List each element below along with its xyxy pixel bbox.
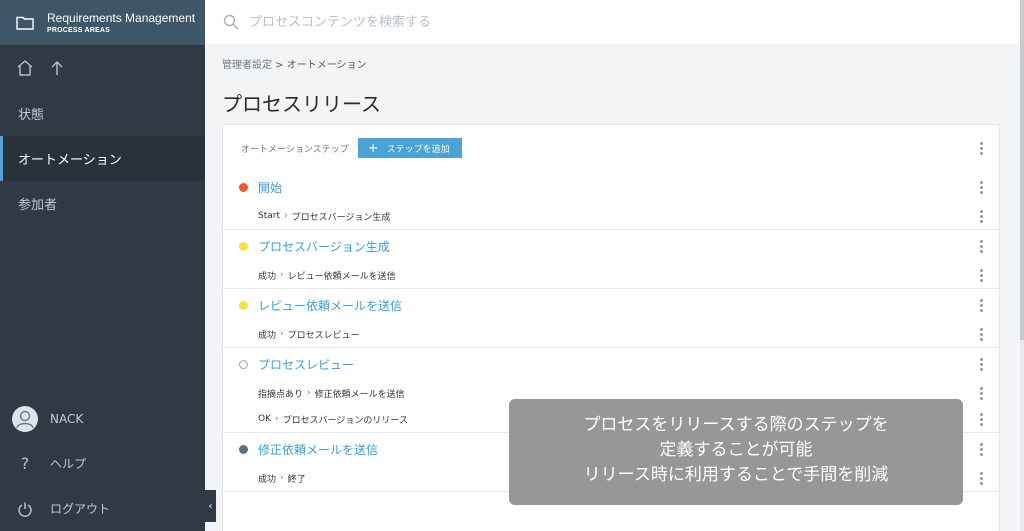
step-more-options-icon[interactable]	[979, 180, 983, 194]
caption-line-2: 定義することが可能	[659, 440, 813, 460]
chevron-right-icon: ›	[280, 329, 284, 339]
breadcrumb-separator: >	[272, 60, 287, 71]
chevron-right-icon: ›	[280, 270, 284, 280]
status-dot-icon	[239, 444, 248, 454]
transition-more-options-icon[interactable]	[979, 386, 983, 400]
transition-target: 終了	[287, 474, 306, 485]
search-bar	[205, 0, 1020, 44]
logout-label: ログアウト	[50, 502, 111, 516]
status-dot-icon	[239, 300, 248, 310]
scrollbar-thumb[interactable]	[1020, 0, 1024, 340]
avatar	[12, 405, 38, 432]
sidebar-bottom: NACK ? ヘルプ ログアウト	[0, 396, 205, 531]
step-more-options-icon[interactable]	[979, 298, 983, 312]
sidebar-item-status[interactable]: 状態	[0, 91, 205, 136]
transition-condition: 指摘点あり	[258, 389, 304, 400]
add-step-button[interactable]: + ステップを追加	[357, 138, 462, 158]
chevron-right-icon: ›	[284, 211, 288, 221]
step-more-options-icon[interactable]	[979, 442, 983, 456]
step-more-options-icon[interactable]	[979, 357, 983, 371]
transition-target: レビュー依頼メールを送信	[287, 271, 396, 282]
step-process-version-generation: プロセスバージョン生成 成功 › レビュー依頼メールを送信	[223, 230, 999, 289]
transition-condition: Start	[258, 211, 280, 221]
transition-more-options-icon[interactable]	[979, 209, 983, 223]
transition-row: 成功 › レビュー依頼メールを送信	[223, 262, 999, 288]
step-more-options-icon[interactable]	[979, 239, 983, 253]
step-title[interactable]: 開始	[258, 179, 282, 196]
user-menu[interactable]: NACK	[0, 396, 205, 441]
automation-steps-label: オートメーションステップ	[241, 144, 349, 155]
transition-target: プロセスレビュー	[287, 330, 360, 341]
search-input[interactable]	[249, 14, 749, 30]
chevron-right-icon: ›	[275, 414, 279, 424]
logout-link[interactable]: ログアウト	[0, 486, 205, 531]
transition-condition: OK	[258, 414, 271, 424]
caption-line-3: リリース時に利用することで手間を削減	[583, 465, 889, 485]
question-icon: ?	[20, 454, 30, 473]
transition-condition: 成功	[258, 330, 277, 341]
more-options-icon[interactable]	[979, 141, 983, 155]
status-dot-icon	[239, 241, 248, 251]
chevron-right-icon: ›	[307, 388, 311, 398]
step-title[interactable]: レビュー依頼メールを送信	[258, 297, 402, 314]
step-send-review-request-mail: レビュー依頼メールを送信 成功 › プロセスレビュー	[223, 289, 999, 348]
transition-more-options-icon[interactable]	[979, 327, 983, 341]
card-header: オートメーションステップ + ステップを追加	[223, 125, 999, 171]
plus-icon: +	[367, 140, 379, 156]
status-dot-icon	[239, 182, 248, 192]
search-icon	[223, 14, 239, 30]
page-title: プロセスリリース	[222, 92, 381, 116]
sidebar-item-participants[interactable]: 参加者	[0, 181, 205, 226]
transition-condition: 成功	[258, 474, 277, 485]
breadcrumb: 管理者設定 > オートメーション	[222, 56, 367, 71]
transition-more-options-icon[interactable]	[979, 471, 983, 485]
transition-target: 修正依頼メールを送信	[314, 389, 405, 400]
caption-overlay: プロセスをリリースする際のステップを 定義することが可能 リリース時に利用するこ…	[509, 399, 963, 505]
app-title: Requirements Management	[47, 11, 196, 25]
folder-icon	[16, 16, 34, 30]
breadcrumb-current: オートメーション	[286, 60, 367, 71]
chevron-left-icon: ‹	[208, 500, 213, 512]
step-title-row: レビュー依頼メールを送信	[223, 289, 999, 321]
caption-line-1: プロセスをリリースする際のステップを	[583, 415, 889, 435]
help-label: ヘルプ	[50, 457, 87, 471]
step-title-row: プロセスバージョン生成	[223, 230, 999, 262]
transition-target: プロセスバージョンのリリース	[282, 415, 408, 426]
transition-row: 成功 › プロセスレビュー	[223, 321, 999, 347]
home-icon[interactable]	[16, 59, 34, 77]
chevron-right-icon: ›	[280, 473, 284, 483]
sidebar-item-automation[interactable]: オートメーション	[0, 136, 205, 181]
breadcrumb-admin-settings[interactable]: 管理者設定	[222, 60, 272, 71]
transition-more-options-icon[interactable]	[979, 268, 983, 282]
app-subtitle: PROCESS AREAS	[47, 27, 111, 34]
user-name: NACK	[50, 411, 84, 426]
step-title[interactable]: 修正依頼メールを送信	[258, 441, 378, 458]
arrow-up-icon[interactable]	[50, 59, 64, 77]
user-icon	[16, 410, 34, 428]
process-area-header[interactable]: Requirements Management PROCESS AREAS	[0, 0, 205, 45]
add-step-label: ステップを追加	[386, 144, 450, 155]
scrollbar[interactable]	[1020, 0, 1024, 531]
step-title-row: プロセスレビュー	[223, 348, 999, 380]
step-title[interactable]: プロセスバージョン生成	[258, 238, 390, 255]
transition-more-options-icon[interactable]	[979, 412, 983, 426]
transition-condition: 成功	[258, 271, 277, 282]
transition-target: プロセスバージョン生成	[291, 212, 391, 223]
step-title-row: 開始	[223, 171, 999, 203]
sidebar: Requirements Management PROCESS AREAS 状態…	[0, 0, 205, 531]
power-icon	[12, 501, 38, 517]
collapse-sidebar-button[interactable]: ‹	[205, 490, 216, 522]
help-link[interactable]: ? ヘルプ	[0, 441, 205, 486]
transition-row: Start › プロセスバージョン生成	[223, 203, 999, 229]
nav-icons	[0, 45, 205, 91]
step-start: 開始 Start › プロセスバージョン生成	[223, 171, 999, 230]
status-dot-icon	[239, 359, 248, 369]
step-title[interactable]: プロセスレビュー	[258, 356, 354, 373]
